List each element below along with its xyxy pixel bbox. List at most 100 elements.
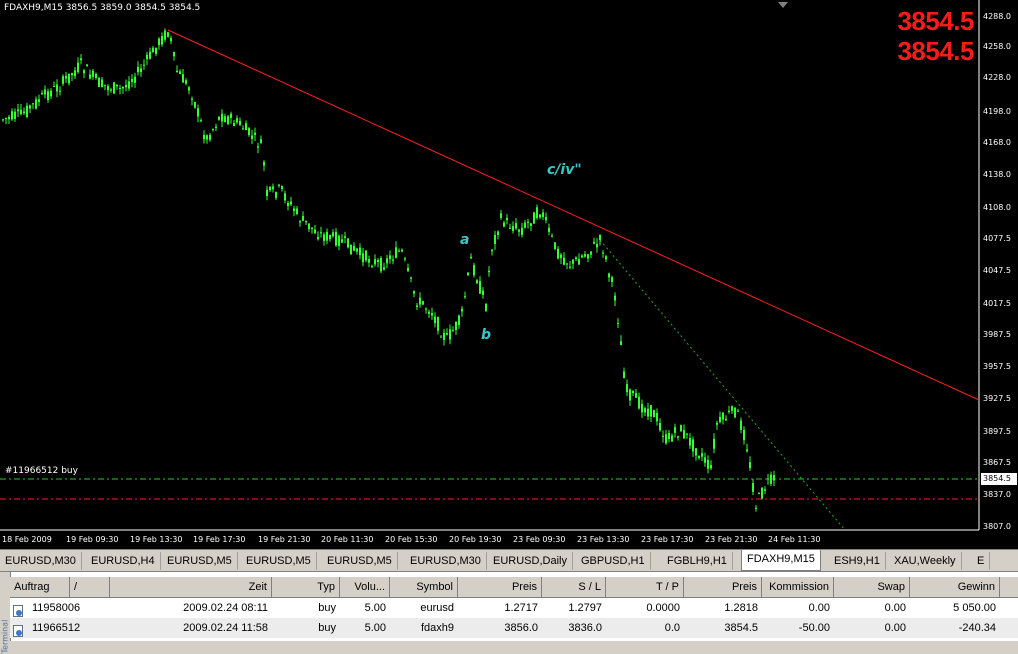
candle-body [671,435,673,442]
candle-body [395,247,397,258]
candle-body [473,265,475,276]
candle-body [590,251,592,255]
candle-body [305,220,307,223]
candle-body [653,410,655,418]
candle-body [206,135,208,140]
chart-tab[interactable]: XAU,Weekly [889,552,962,570]
candle-body [92,70,94,77]
candle-body [266,189,268,197]
candle-body [422,301,424,305]
candle-body [341,239,343,243]
candle-body [509,227,511,229]
price-chart[interactable]: FDAXH9,M15 3856.5 3859.0 3854.5 3854.5 3… [0,0,1018,549]
candle-body [434,316,436,324]
chart-tab[interactable]: ESH9,H1 [829,552,886,570]
candle-body [20,109,22,115]
candle-body [152,47,154,53]
col-order[interactable]: Auftrag [10,577,70,597]
chart-shift-marker-icon[interactable] [778,2,788,8]
candle-body [278,184,280,186]
chart-tab[interactable]: EURUSD,M30 [405,552,487,570]
candle-body [530,223,532,227]
col-time[interactable]: Zeit [110,577,272,597]
col-sort[interactable]: / [70,577,110,597]
cell-swap: 0.00 [884,602,906,614]
candle-body [620,341,622,346]
candle-body [176,70,178,73]
candle-body [698,456,700,459]
candle-body [188,87,190,91]
col-profit[interactable]: Gewinn [910,577,1000,597]
col-sl[interactable]: S / L [542,577,606,597]
chart-tab[interactable]: EURUSD,M5 [322,552,398,570]
chart-tab[interactable]: EURUSD,Daily [488,552,573,570]
candle-body [173,51,175,57]
candle-body [539,214,541,218]
candle-body [212,129,214,131]
candle-body [296,208,298,214]
candle-body [89,74,91,79]
candle-body [194,102,196,108]
candle-body [257,146,259,148]
time-tick-label: 20 Feb 19:30 [449,535,502,544]
candle-body [11,111,13,120]
candle-body [578,259,580,265]
candle-body [656,412,658,422]
price-tick-label: 3957.5 [983,362,1011,371]
candle-body [452,330,454,332]
col-type[interactable]: Typ [272,577,340,597]
chart-tab[interactable]: EURUSD,M5 [241,552,317,570]
candle-body [101,79,103,87]
candle-body [344,236,346,238]
candle-body [179,71,181,75]
time-tick-label: 23 Feb 09:30 [513,535,566,544]
chart-tab[interactable]: EURUSD,M5 [162,552,238,570]
candle-body [515,223,517,229]
chart-tab[interactable]: FDAXH9,M15 [741,550,821,571]
chart-tab[interactable]: GBPUSD,H1 [576,552,651,570]
chart-tab[interactable]: EURUSD,M30 [0,552,82,570]
order-row[interactable]: 11966512 2009.02.24 11:58 buy 5.00 fdaxh9 385… [10,618,1018,638]
cell-volume: 5.00 [364,602,386,614]
candle-body [503,222,505,227]
candle-body [638,396,640,409]
candle-body [203,135,205,140]
candle-body [365,250,367,261]
candle-body [764,489,766,491]
candle-body [416,305,418,308]
candle-body [566,263,568,265]
candle-body [404,258,406,260]
col-commission[interactable]: Kommission [762,577,834,597]
candle-body [560,254,562,259]
candle-body [533,212,535,224]
candle-body [731,406,733,411]
col-volume[interactable]: Volu... [340,577,390,597]
candle-body [431,313,433,316]
current-price-tag: 3854.5 [981,473,1017,485]
col-symbol[interactable]: Symbol [390,577,458,597]
candle-body [287,202,289,206]
cell-current: 3854.5 [724,622,758,634]
candle-body [383,267,385,270]
order-row[interactable]: 11958006 2009.02.24 08:11 buy 5.00 eurusd 1.2… [10,598,1018,618]
chart-tab[interactable]: E [972,552,991,570]
col-swap[interactable]: Swap [834,577,910,597]
candle-body [44,89,46,95]
chart-canvas[interactable] [0,0,1018,549]
order-icon [13,602,24,617]
candle-body [536,207,538,219]
chart-tabs: EURUSD,M30 EURUSD,H4 EURUSD,M5 EURUSD,M5 EUR… [0,549,1018,572]
candle-body [47,91,49,101]
price-tick-label: 4258.0 [983,42,1011,51]
chart-tab[interactable]: EURUSD,H4 [86,552,161,570]
col-tp[interactable]: T / P [606,577,684,597]
chart-tab[interactable]: FGBLH9,H1 [662,552,733,570]
resistance-trendline[interactable] [167,29,980,401]
candle-body [215,126,217,128]
col-price[interactable]: Preis [458,577,542,597]
candle-body [281,186,283,190]
candle-body [224,116,226,123]
candle-body [716,422,718,425]
candle-body [707,460,709,469]
col-current-price[interactable]: Preis [684,577,762,597]
